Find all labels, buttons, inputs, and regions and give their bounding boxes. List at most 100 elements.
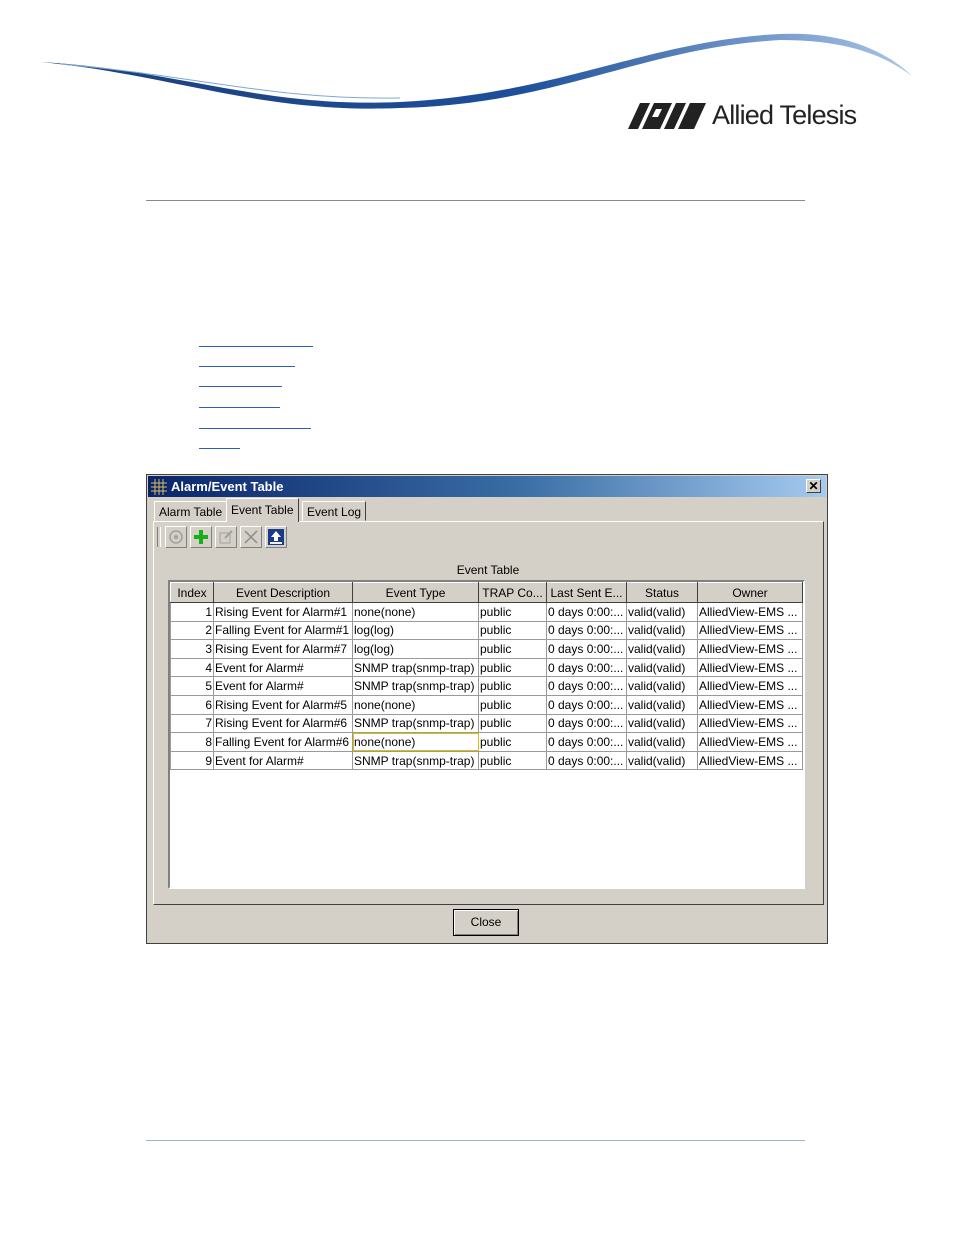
table-cell[interactable]: 6 [170, 694, 214, 715]
toc-link-1[interactable] [199, 346, 313, 347]
table-row[interactable]: 3 Rising Event for Alarm#7 log(log) publ… [170, 639, 803, 659]
table-cell[interactable]: 4 [170, 657, 214, 678]
table-cell[interactable]: 0 days 0:00:... [546, 732, 627, 752]
table-cell[interactable]: Rising Event for Alarm#1 [213, 602, 353, 622]
table-cell[interactable]: log(log) [352, 639, 479, 659]
table-cell[interactable]: 7 [170, 713, 214, 734]
table-cell[interactable]: Event for Alarm# [213, 750, 353, 771]
table-cell[interactable]: public [478, 676, 547, 696]
tab-event-log[interactable]: Event Log [302, 501, 367, 521]
table-cell[interactable]: public [478, 713, 547, 734]
table-cell[interactable]: valid(valid) [626, 602, 698, 622]
table-cell[interactable]: valid(valid) [626, 657, 698, 678]
column-header[interactable]: Event Description [213, 582, 353, 603]
settings-button[interactable] [165, 526, 187, 548]
table-cell[interactable]: none(none) [352, 694, 479, 715]
close-button[interactable]: Close [453, 909, 519, 936]
column-header[interactable]: Last Sent E... [546, 582, 627, 603]
table-cell[interactable]: AlliedView-EMS ... [697, 713, 803, 734]
refresh-button[interactable] [265, 526, 287, 548]
table-cell[interactable]: Falling Event for Alarm#1 [213, 620, 353, 641]
dialog-titlebar[interactable]: Alarm/Event Table ✕ [148, 476, 826, 497]
table-cell[interactable]: 0 days 0:00:... [546, 676, 627, 696]
close-icon[interactable]: ✕ [806, 479, 821, 493]
toc-link-3[interactable] [199, 386, 282, 387]
table-cell[interactable]: Falling Event for Alarm#6 [213, 732, 353, 752]
edit-button[interactable] [215, 526, 237, 548]
table-row[interactable]: 6 Rising Event for Alarm#5 none(none) pu… [170, 694, 803, 715]
table-cell[interactable]: AlliedView-EMS ... [697, 732, 803, 752]
table-cell[interactable]: valid(valid) [626, 694, 698, 715]
table-row[interactable]: 2 Falling Event for Alarm#1 log(log) pub… [170, 620, 803, 641]
add-icon [194, 530, 208, 544]
table-cell[interactable]: AlliedView-EMS ... [697, 620, 803, 641]
table-cell[interactable]: AlliedView-EMS ... [697, 676, 803, 696]
table-row[interactable]: 7 Rising Event for Alarm#6 SNMP trap(snm… [170, 713, 803, 734]
table-cell[interactable]: Rising Event for Alarm#6 [213, 713, 353, 734]
table-cell[interactable]: 9 [170, 750, 214, 771]
column-header[interactable]: Event Type [352, 582, 479, 603]
table-cell[interactable]: AlliedView-EMS ... [697, 694, 803, 715]
table-cell[interactable]: public [478, 639, 547, 659]
table-cell[interactable]: AlliedView-EMS ... [697, 639, 803, 659]
delete-button[interactable] [240, 526, 262, 548]
table-cell[interactable]: Rising Event for Alarm#7 [213, 639, 353, 659]
table-cell[interactable]: AlliedView-EMS ... [697, 657, 803, 678]
table-cell[interactable]: log(log) [352, 620, 479, 641]
column-header[interactable]: Owner [697, 582, 803, 603]
toc-link-2[interactable] [199, 366, 295, 367]
table-cell[interactable]: AlliedView-EMS ... [697, 602, 803, 622]
table-cell[interactable]: AlliedView-EMS ... [697, 750, 803, 771]
table-cell[interactable]: 0 days 0:00:... [546, 602, 627, 622]
table-cell[interactable]: 0 days 0:00:... [546, 713, 627, 734]
table-cell[interactable]: Rising Event for Alarm#5 [213, 694, 353, 715]
table-cell[interactable]: 3 [170, 639, 214, 659]
table-cell-focused[interactable]: none(none) [352, 732, 479, 752]
edit-icon [219, 530, 233, 544]
column-header[interactable]: TRAP Co... [478, 582, 547, 603]
table-cell[interactable]: valid(valid) [626, 732, 698, 752]
table-cell[interactable]: 1 [170, 602, 214, 622]
toc-link-4[interactable] [199, 407, 280, 408]
table-row[interactable]: 4 Event for Alarm# SNMP trap(snmp-trap) … [170, 657, 803, 678]
table-cell[interactable]: public [478, 602, 547, 622]
table-cell[interactable]: 0 days 0:00:... [546, 694, 627, 715]
table-cell[interactable]: 0 days 0:00:... [546, 639, 627, 659]
column-header[interactable]: Index [170, 582, 214, 603]
table-row[interactable]: 5 Event for Alarm# SNMP trap(snmp-trap) … [170, 676, 803, 696]
toc-link-6[interactable] [199, 448, 240, 449]
table-cell[interactable]: 0 days 0:00:... [546, 750, 627, 771]
table-cell[interactable]: SNMP trap(snmp-trap) [352, 676, 479, 696]
tab-event-table[interactable]: Event Table [226, 498, 299, 522]
table-cell[interactable]: 8 [170, 732, 214, 752]
table-cell[interactable]: 5 [170, 676, 214, 696]
table-cell[interactable]: 2 [170, 620, 214, 641]
table-row[interactable]: 1 Rising Event for Alarm#1 none(none) pu… [170, 602, 803, 622]
table-cell[interactable]: public [478, 694, 547, 715]
table-cell[interactable]: valid(valid) [626, 713, 698, 734]
add-button[interactable] [190, 526, 212, 548]
table-cell[interactable]: none(none) [352, 602, 479, 622]
table-row[interactable]: 8 Falling Event for Alarm#6 none(none) p… [170, 732, 803, 752]
table-cell[interactable]: Event for Alarm# [213, 657, 353, 678]
table-cell[interactable]: public [478, 732, 547, 752]
table-cell[interactable]: valid(valid) [626, 639, 698, 659]
refresh-upload-icon [268, 529, 284, 545]
table-cell[interactable]: valid(valid) [626, 620, 698, 641]
table-cell[interactable]: SNMP trap(snmp-trap) [352, 657, 479, 678]
table-row[interactable]: 9 Event for Alarm# SNMP trap(snmp-trap) … [170, 750, 803, 771]
table-cell[interactable]: public [478, 620, 547, 641]
table-cell[interactable]: SNMP trap(snmp-trap) [352, 750, 479, 771]
table-cell[interactable]: valid(valid) [626, 676, 698, 696]
table-cell[interactable]: 0 days 0:00:... [546, 657, 627, 678]
table-cell[interactable]: 0 days 0:00:... [546, 620, 627, 641]
table-cell[interactable]: public [478, 657, 547, 678]
table-cell[interactable]: SNMP trap(snmp-trap) [352, 713, 479, 734]
table-cell[interactable]: public [478, 750, 547, 771]
table-cell[interactable]: Event for Alarm# [213, 676, 353, 696]
toc-link-5[interactable] [199, 428, 311, 429]
column-header[interactable]: Status [626, 582, 698, 603]
table-cell[interactable]: valid(valid) [626, 750, 698, 771]
tab-alarm-table[interactable]: Alarm Table [154, 501, 228, 521]
header-divider [146, 200, 805, 201]
